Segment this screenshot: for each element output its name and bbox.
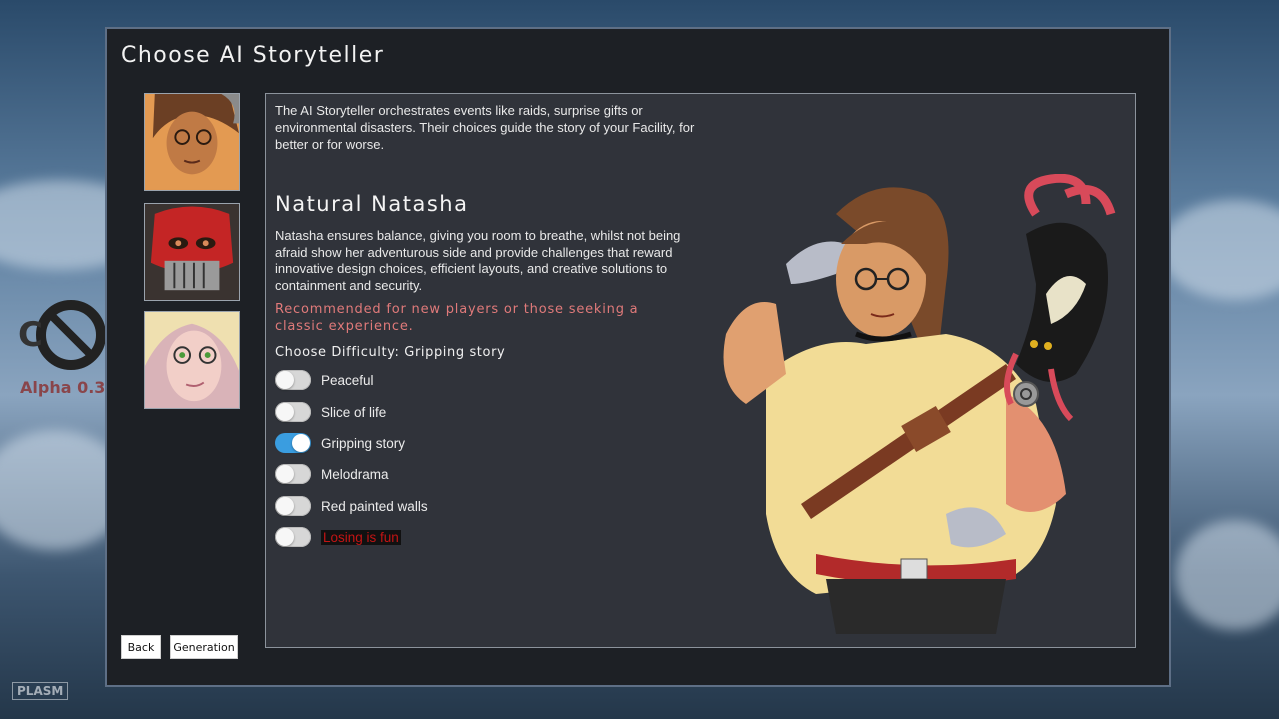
toggle-switch[interactable]: [275, 464, 311, 484]
toggle-switch[interactable]: [275, 496, 311, 516]
portrait-blonde-icon: [145, 312, 239, 408]
portrait-masked-icon: [145, 204, 239, 300]
game-logo-icon: C: [18, 300, 106, 370]
difficulty-option-gripping-story[interactable]: Gripping story: [275, 432, 405, 454]
difficulty-option-red-painted-walls[interactable]: Red painted walls: [275, 495, 428, 517]
dialog-title: Choose AI Storyteller: [121, 43, 385, 68]
portrait-masked[interactable]: [144, 203, 240, 301]
recommendation-text: Recommended for new players or those see…: [275, 302, 639, 334]
storyteller-illustration: [723, 174, 1116, 634]
storyteller-name: Natural Natasha: [275, 192, 469, 216]
difficulty-option-label: Peaceful: [321, 372, 374, 388]
generation-button[interactable]: Generation: [170, 635, 238, 659]
difficulty-option-slice-of-life[interactable]: Slice of life: [275, 401, 386, 423]
portrait-natasha-icon: [145, 94, 239, 190]
studio-logo: PLASM: [12, 682, 69, 700]
toggle-switch[interactable]: [275, 527, 311, 547]
toggle-switch[interactable]: [275, 370, 311, 390]
storyteller-details-panel: The AI Storyteller orchestrates events l…: [265, 93, 1136, 648]
difficulty-option-losing-is-fun[interactable]: Losing is fun: [275, 526, 401, 548]
portrait-natasha[interactable]: [144, 93, 240, 191]
difficulty-option-label: Melodrama: [321, 466, 389, 482]
back-button[interactable]: Back: [121, 635, 161, 659]
portrait-blonde[interactable]: [144, 311, 240, 409]
difficulty-option-peaceful[interactable]: Peaceful: [275, 369, 374, 391]
difficulty-option-label: Slice of life: [321, 404, 387, 420]
svg-text:C: C: [18, 315, 43, 355]
version-label: Alpha 0.3: [20, 378, 106, 397]
intro-text: The AI Storyteller orchestrates events l…: [275, 103, 695, 152]
difficulty-heading: Choose Difficulty: Gripping story: [275, 345, 506, 360]
difficulty-option-melodrama[interactable]: Melodrama: [275, 463, 389, 485]
storyteller-description: Natasha ensures balance, giving you room…: [275, 228, 681, 293]
difficulty-option-label: Losing is fun: [321, 529, 401, 545]
toggle-switch[interactable]: [275, 402, 311, 422]
difficulty-option-label: Red painted walls: [321, 498, 428, 514]
toggle-switch[interactable]: [275, 433, 311, 453]
storyteller-dialog: Choose AI Storyteller Back Generation Th…: [105, 27, 1171, 687]
difficulty-option-label: Gripping story: [321, 435, 406, 451]
